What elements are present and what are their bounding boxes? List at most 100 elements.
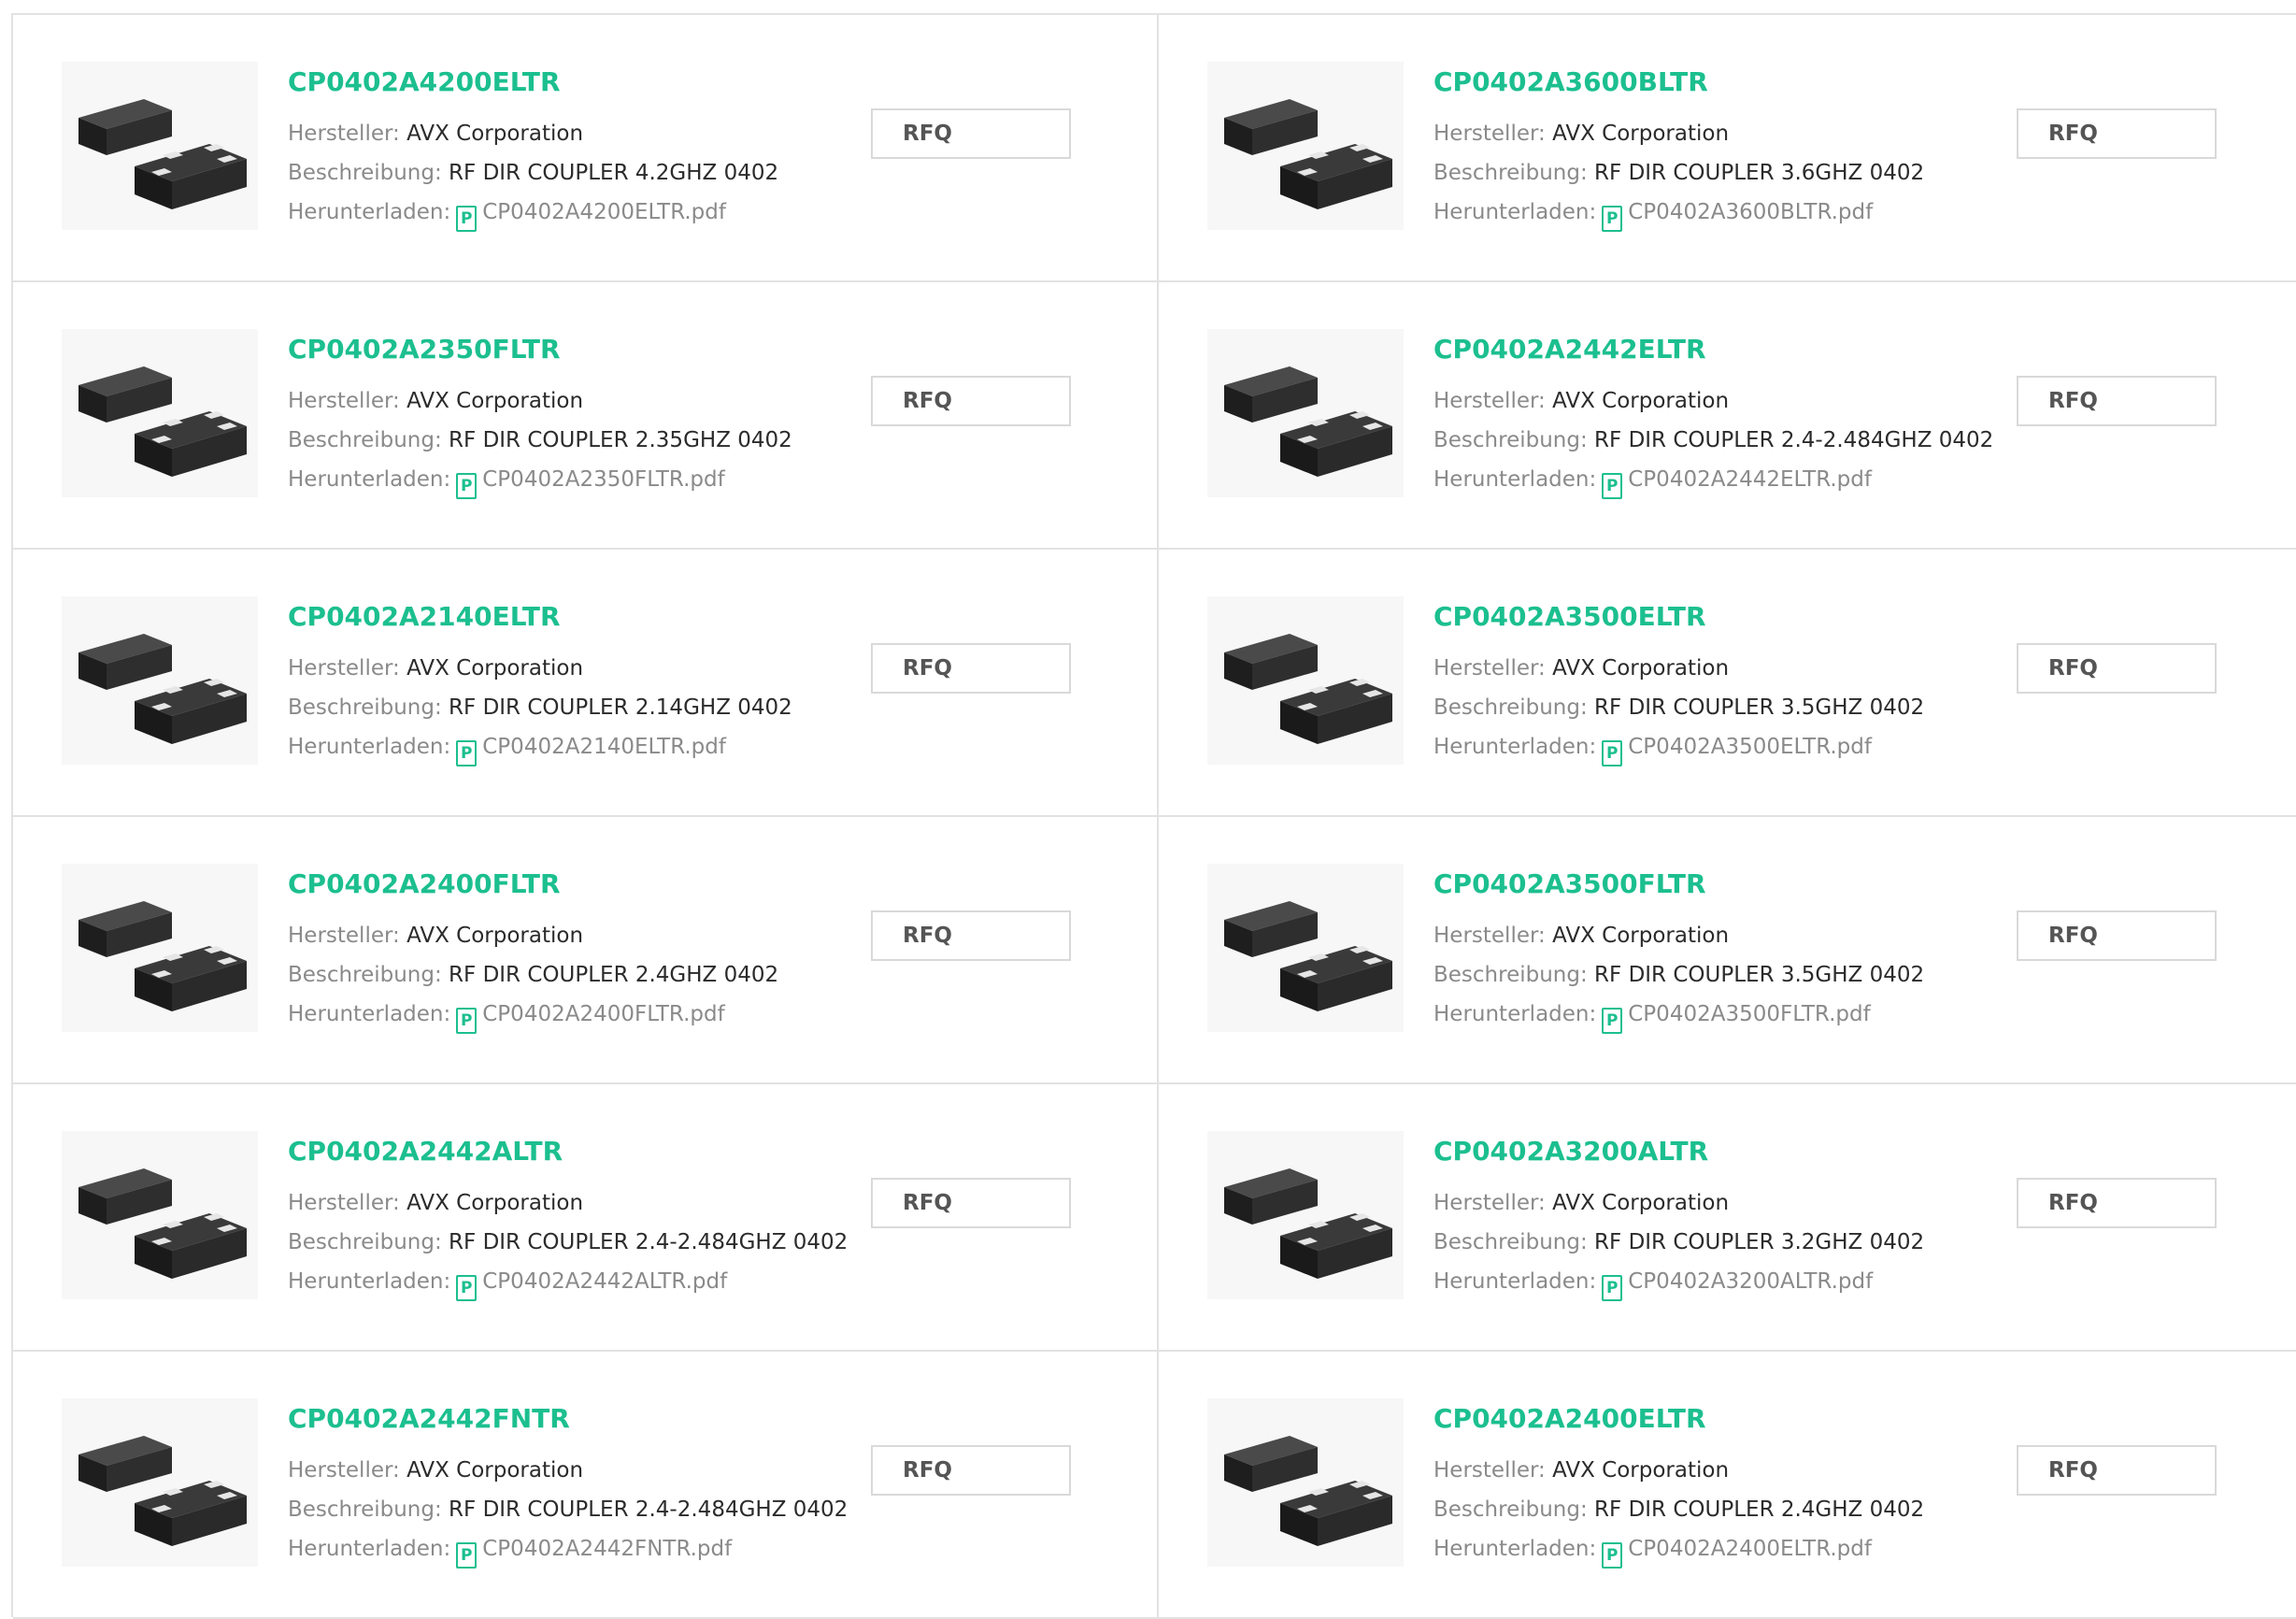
rfq-button[interactable]: RFQ <box>2017 108 2217 159</box>
rfq-button[interactable]: RFQ <box>2017 1445 2217 1496</box>
part-number-link[interactable]: CP0402A3500ELTR <box>1433 600 2013 634</box>
chip-package-icon[interactable] <box>1207 62 1404 230</box>
chip-package-icon[interactable] <box>1207 864 1404 1032</box>
part-number-link[interactable]: CP0402A4200ELTR <box>288 65 867 99</box>
pdf-icon[interactable]: P <box>456 473 478 499</box>
description-label: Beschreibung: <box>1433 963 1588 987</box>
product-card: CP0402A3500ELTR Hersteller: AVX Corporat… <box>1159 550 2296 817</box>
datasheet-link[interactable]: CP0402A2140ELTR.pdf <box>482 735 726 759</box>
description-row: Beschreibung: RF DIR COUPLER 2.35GHZ 040… <box>288 421 867 460</box>
chip-package-icon[interactable] <box>62 596 258 765</box>
rfq-button[interactable]: RFQ <box>2017 376 2217 426</box>
description-value: RF DIR COUPLER 4.2GHZ 0402 <box>449 161 779 185</box>
datasheet-link[interactable]: CP0402A2442ALTR.pdf <box>482 1269 727 1294</box>
pdf-icon[interactable]: P <box>1602 473 1623 499</box>
manufacturer-value: AVX Corporation <box>406 924 584 948</box>
chip-package-icon[interactable] <box>62 864 258 1032</box>
pdf-icon[interactable]: P <box>1602 1275 1623 1301</box>
manufacturer-label: Hersteller: <box>1433 1458 1546 1483</box>
download-label: Herunterladen: <box>1433 467 1597 492</box>
product-info: CP0402A3500FLTR Hersteller: AVX Corporat… <box>1433 867 2013 1034</box>
pdf-icon[interactable]: P <box>1602 1542 1623 1569</box>
datasheet-link[interactable]: CP0402A2400FLTR.pdf <box>482 1002 724 1026</box>
pdf-icon[interactable]: P <box>456 1008 478 1034</box>
rfq-button[interactable]: RFQ <box>2017 1178 2217 1228</box>
chip-package-icon[interactable] <box>1207 1131 1404 1299</box>
pdf-icon[interactable]: P <box>456 740 478 767</box>
description-label: Beschreibung: <box>1433 428 1588 452</box>
part-number-link[interactable]: CP0402A3500FLTR <box>1433 867 2013 901</box>
rfq-button[interactable]: RFQ <box>871 1445 1071 1496</box>
rfq-button[interactable]: RFQ <box>871 910 1071 961</box>
manufacturer-value: AVX Corporation <box>1552 1191 1730 1215</box>
product-info: CP0402A3600BLTR Hersteller: AVX Corporat… <box>1433 65 2013 232</box>
rfq-button[interactable]: RFQ <box>871 108 1071 159</box>
product-info: CP0402A3500ELTR Hersteller: AVX Corporat… <box>1433 600 2013 767</box>
description-value: RF DIR COUPLER 2.4-2.484GHZ 0402 <box>1594 428 1994 452</box>
product-card: CP0402A2350FLTR Hersteller: AVX Corporat… <box>13 282 1159 550</box>
chip-package-icon[interactable] <box>1207 329 1404 497</box>
datasheet-link[interactable]: CP0402A3600BLTR.pdf <box>1628 200 1873 224</box>
rfq-button[interactable]: RFQ <box>871 1178 1071 1228</box>
pdf-icon[interactable]: P <box>456 206 478 232</box>
manufacturer-value: AVX Corporation <box>406 1458 584 1483</box>
download-row: Herunterladen: P CP0402A2400ELTR.pdf <box>1433 1529 2013 1569</box>
product-grid: CP0402A4200ELTR Hersteller: AVX Corporat… <box>11 13 2296 1619</box>
part-number-link[interactable]: CP0402A2400ELTR <box>1433 1402 2013 1436</box>
datasheet-link[interactable]: CP0402A4200ELTR.pdf <box>482 200 726 224</box>
pdf-icon[interactable]: P <box>1602 1008 1623 1034</box>
part-number-link[interactable]: CP0402A2140ELTR <box>288 600 867 634</box>
download-row: Herunterladen: P CP0402A2400FLTR.pdf <box>288 995 867 1034</box>
description-label: Beschreibung: <box>288 1230 442 1254</box>
datasheet-link[interactable]: CP0402A3500ELTR.pdf <box>1628 735 1872 759</box>
chip-package-icon[interactable] <box>62 1131 258 1299</box>
datasheet-link[interactable]: CP0402A3200ALTR.pdf <box>1628 1269 1873 1294</box>
download-row: Herunterladen: P CP0402A2442ALTR.pdf <box>288 1262 867 1301</box>
part-number-link[interactable]: CP0402A2442ALTR <box>288 1135 867 1168</box>
rfq-button[interactable]: RFQ <box>871 643 1071 694</box>
download-row: Herunterladen: P CP0402A2140ELTR.pdf <box>288 727 867 767</box>
chip-package-icon[interactable] <box>1207 596 1404 765</box>
chip-package-icon[interactable] <box>62 62 258 230</box>
description-label: Beschreibung: <box>288 428 442 452</box>
manufacturer-row: Hersteller: AVX Corporation <box>288 1183 867 1223</box>
manufacturer-label: Hersteller: <box>288 122 400 146</box>
chip-package-icon[interactable] <box>62 1398 258 1567</box>
datasheet-link[interactable]: CP0402A2350FLTR.pdf <box>482 467 724 492</box>
product-card: CP0402A2400FLTR Hersteller: AVX Corporat… <box>13 817 1159 1084</box>
description-label: Beschreibung: <box>288 695 442 720</box>
manufacturer-row: Hersteller: AVX Corporation <box>1433 1183 2013 1223</box>
description-value: RF DIR COUPLER 2.4GHZ 0402 <box>449 963 779 987</box>
part-number-link[interactable]: CP0402A2442ELTR <box>1433 333 2013 366</box>
rfq-button[interactable]: RFQ <box>871 376 1071 426</box>
description-value: RF DIR COUPLER 3.5GHZ 0402 <box>1594 695 1925 720</box>
product-card: CP0402A2442ELTR Hersteller: AVX Corporat… <box>1159 282 2296 550</box>
part-number-link[interactable]: CP0402A2350FLTR <box>288 333 867 366</box>
pdf-icon[interactable]: P <box>1602 206 1623 232</box>
pdf-icon[interactable]: P <box>456 1542 478 1569</box>
rfq-button[interactable]: RFQ <box>2017 643 2217 694</box>
pdf-icon[interactable]: P <box>1602 740 1623 767</box>
part-number-link[interactable]: CP0402A3200ALTR <box>1433 1135 2013 1168</box>
rfq-button[interactable]: RFQ <box>2017 910 2217 961</box>
chip-package-icon[interactable] <box>62 329 258 497</box>
description-row: Beschreibung: RF DIR COUPLER 2.4-2.484GH… <box>288 1223 867 1262</box>
download-label: Herunterladen: <box>1433 1269 1597 1294</box>
part-number-link[interactable]: CP0402A2400FLTR <box>288 867 867 901</box>
description-value: RF DIR COUPLER 3.5GHZ 0402 <box>1594 963 1925 987</box>
pdf-icon[interactable]: P <box>456 1275 478 1301</box>
download-label: Herunterladen: <box>288 1537 451 1561</box>
download-label: Herunterladen: <box>1433 200 1597 224</box>
part-number-link[interactable]: CP0402A3600BLTR <box>1433 65 2013 99</box>
datasheet-link[interactable]: CP0402A3500FLTR.pdf <box>1628 1002 1870 1026</box>
datasheet-link[interactable]: CP0402A2442ELTR.pdf <box>1628 467 1872 492</box>
chip-package-icon[interactable] <box>1207 1398 1404 1567</box>
datasheet-link[interactable]: CP0402A2400ELTR.pdf <box>1628 1537 1872 1561</box>
download-row: Herunterladen: P CP0402A3500ELTR.pdf <box>1433 727 2013 767</box>
download-label: Herunterladen: <box>288 735 451 759</box>
part-number-link[interactable]: CP0402A2442FNTR <box>288 1402 867 1436</box>
manufacturer-label: Hersteller: <box>1433 924 1546 948</box>
manufacturer-value: AVX Corporation <box>1552 656 1730 681</box>
download-row: Herunterladen: P CP0402A2442ELTR.pdf <box>1433 460 2013 499</box>
datasheet-link[interactable]: CP0402A2442FNTR.pdf <box>482 1537 732 1561</box>
